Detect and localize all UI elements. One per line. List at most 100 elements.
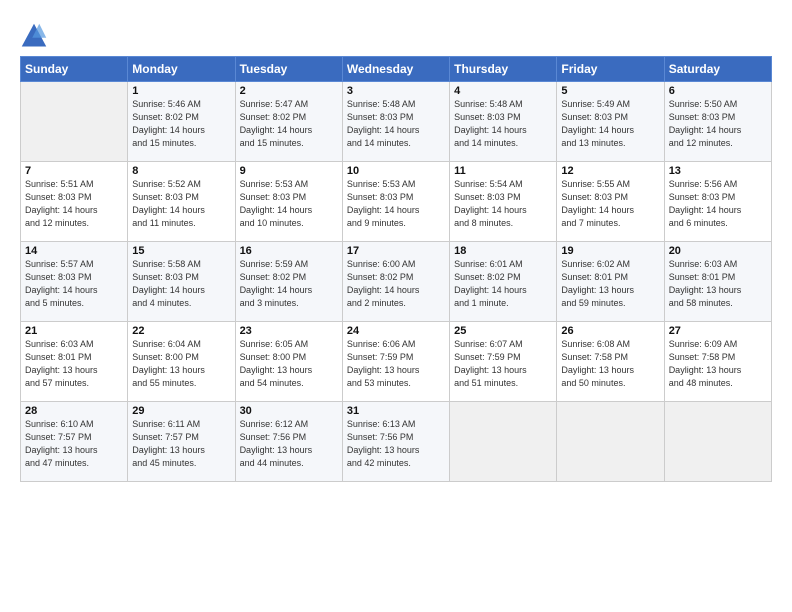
calendar-cell: 21Sunrise: 6:03 AMSunset: 8:01 PMDayligh… [21,322,128,402]
calendar-cell: 26Sunrise: 6:08 AMSunset: 7:58 PMDayligh… [557,322,664,402]
day-info: Sunrise: 5:51 AMSunset: 8:03 PMDaylight:… [25,178,123,230]
day-number: 27 [669,325,767,337]
calendar-cell [450,402,557,482]
day-number: 13 [669,165,767,177]
calendar-cell: 7Sunrise: 5:51 AMSunset: 8:03 PMDaylight… [21,162,128,242]
calendar-cell: 3Sunrise: 5:48 AMSunset: 8:03 PMDaylight… [342,82,449,162]
day-info: Sunrise: 6:08 AMSunset: 7:58 PMDaylight:… [561,338,659,390]
day-number: 17 [347,245,445,257]
day-number: 2 [240,85,338,97]
day-number: 10 [347,165,445,177]
day-info: Sunrise: 5:54 AMSunset: 8:03 PMDaylight:… [454,178,552,230]
calendar-cell: 31Sunrise: 6:13 AMSunset: 7:56 PMDayligh… [342,402,449,482]
day-info: Sunrise: 5:53 AMSunset: 8:03 PMDaylight:… [347,178,445,230]
day-info: Sunrise: 6:05 AMSunset: 8:00 PMDaylight:… [240,338,338,390]
day-header-wednesday: Wednesday [342,57,449,82]
calendar-cell: 16Sunrise: 5:59 AMSunset: 8:02 PMDayligh… [235,242,342,322]
calendar-cell: 11Sunrise: 5:54 AMSunset: 8:03 PMDayligh… [450,162,557,242]
calendar-cell: 25Sunrise: 6:07 AMSunset: 7:59 PMDayligh… [450,322,557,402]
header [20,18,772,50]
day-number: 29 [132,405,230,417]
day-header-saturday: Saturday [664,57,771,82]
day-number: 16 [240,245,338,257]
calendar-cell: 12Sunrise: 5:55 AMSunset: 8:03 PMDayligh… [557,162,664,242]
day-number: 28 [25,405,123,417]
day-info: Sunrise: 6:07 AMSunset: 7:59 PMDaylight:… [454,338,552,390]
day-number: 19 [561,245,659,257]
day-info: Sunrise: 5:47 AMSunset: 8:02 PMDaylight:… [240,98,338,150]
day-number: 18 [454,245,552,257]
day-info: Sunrise: 6:10 AMSunset: 7:57 PMDaylight:… [25,418,123,470]
day-number: 26 [561,325,659,337]
calendar-week-4: 21Sunrise: 6:03 AMSunset: 8:01 PMDayligh… [21,322,772,402]
calendar-week-2: 7Sunrise: 5:51 AMSunset: 8:03 PMDaylight… [21,162,772,242]
calendar-cell: 15Sunrise: 5:58 AMSunset: 8:03 PMDayligh… [128,242,235,322]
day-number: 9 [240,165,338,177]
day-info: Sunrise: 5:52 AMSunset: 8:03 PMDaylight:… [132,178,230,230]
calendar-week-1: 1Sunrise: 5:46 AMSunset: 8:02 PMDaylight… [21,82,772,162]
day-info: Sunrise: 5:55 AMSunset: 8:03 PMDaylight:… [561,178,659,230]
day-info: Sunrise: 6:09 AMSunset: 7:58 PMDaylight:… [669,338,767,390]
day-info: Sunrise: 6:12 AMSunset: 7:56 PMDaylight:… [240,418,338,470]
calendar-cell: 20Sunrise: 6:03 AMSunset: 8:01 PMDayligh… [664,242,771,322]
calendar-cell: 5Sunrise: 5:49 AMSunset: 8:03 PMDaylight… [557,82,664,162]
day-number: 4 [454,85,552,97]
calendar-cell [557,402,664,482]
day-header-sunday: Sunday [21,57,128,82]
calendar-cell: 18Sunrise: 6:01 AMSunset: 8:02 PMDayligh… [450,242,557,322]
day-info: Sunrise: 5:50 AMSunset: 8:03 PMDaylight:… [669,98,767,150]
calendar-cell [21,82,128,162]
calendar-cell [664,402,771,482]
day-number: 20 [669,245,767,257]
day-number: 21 [25,325,123,337]
day-number: 23 [240,325,338,337]
day-info: Sunrise: 5:46 AMSunset: 8:02 PMDaylight:… [132,98,230,150]
day-info: Sunrise: 6:03 AMSunset: 8:01 PMDaylight:… [25,338,123,390]
page-container: SundayMondayTuesdayWednesdayThursdayFrid… [0,0,792,492]
day-info: Sunrise: 6:03 AMSunset: 8:01 PMDaylight:… [669,258,767,310]
day-info: Sunrise: 5:56 AMSunset: 8:03 PMDaylight:… [669,178,767,230]
day-number: 3 [347,85,445,97]
day-info: Sunrise: 5:48 AMSunset: 8:03 PMDaylight:… [454,98,552,150]
day-number: 22 [132,325,230,337]
day-info: Sunrise: 6:13 AMSunset: 7:56 PMDaylight:… [347,418,445,470]
day-info: Sunrise: 5:49 AMSunset: 8:03 PMDaylight:… [561,98,659,150]
logo-icon [20,22,48,50]
calendar-cell: 19Sunrise: 6:02 AMSunset: 8:01 PMDayligh… [557,242,664,322]
calendar-cell: 14Sunrise: 5:57 AMSunset: 8:03 PMDayligh… [21,242,128,322]
calendar-cell: 24Sunrise: 6:06 AMSunset: 7:59 PMDayligh… [342,322,449,402]
day-info: Sunrise: 6:00 AMSunset: 8:02 PMDaylight:… [347,258,445,310]
day-info: Sunrise: 5:48 AMSunset: 8:03 PMDaylight:… [347,98,445,150]
day-info: Sunrise: 5:57 AMSunset: 8:03 PMDaylight:… [25,258,123,310]
day-info: Sunrise: 5:53 AMSunset: 8:03 PMDaylight:… [240,178,338,230]
day-number: 12 [561,165,659,177]
day-number: 7 [25,165,123,177]
day-info: Sunrise: 6:06 AMSunset: 7:59 PMDaylight:… [347,338,445,390]
day-number: 31 [347,405,445,417]
day-header-friday: Friday [557,57,664,82]
calendar-cell: 27Sunrise: 6:09 AMSunset: 7:58 PMDayligh… [664,322,771,402]
calendar-week-3: 14Sunrise: 5:57 AMSunset: 8:03 PMDayligh… [21,242,772,322]
day-number: 24 [347,325,445,337]
day-header-thursday: Thursday [450,57,557,82]
day-info: Sunrise: 6:11 AMSunset: 7:57 PMDaylight:… [132,418,230,470]
calendar-cell: 22Sunrise: 6:04 AMSunset: 8:00 PMDayligh… [128,322,235,402]
day-number: 11 [454,165,552,177]
day-number: 5 [561,85,659,97]
day-info: Sunrise: 6:02 AMSunset: 8:01 PMDaylight:… [561,258,659,310]
day-header-row: SundayMondayTuesdayWednesdayThursdayFrid… [21,57,772,82]
day-info: Sunrise: 5:59 AMSunset: 8:02 PMDaylight:… [240,258,338,310]
day-number: 1 [132,85,230,97]
day-info: Sunrise: 6:01 AMSunset: 8:02 PMDaylight:… [454,258,552,310]
calendar-cell: 29Sunrise: 6:11 AMSunset: 7:57 PMDayligh… [128,402,235,482]
day-info: Sunrise: 5:58 AMSunset: 8:03 PMDaylight:… [132,258,230,310]
day-number: 6 [669,85,767,97]
calendar-cell: 1Sunrise: 5:46 AMSunset: 8:02 PMDaylight… [128,82,235,162]
calendar-cell: 28Sunrise: 6:10 AMSunset: 7:57 PMDayligh… [21,402,128,482]
calendar-week-5: 28Sunrise: 6:10 AMSunset: 7:57 PMDayligh… [21,402,772,482]
day-number: 25 [454,325,552,337]
calendar-cell: 2Sunrise: 5:47 AMSunset: 8:02 PMDaylight… [235,82,342,162]
day-header-tuesday: Tuesday [235,57,342,82]
calendar-cell: 4Sunrise: 5:48 AMSunset: 8:03 PMDaylight… [450,82,557,162]
calendar-cell: 8Sunrise: 5:52 AMSunset: 8:03 PMDaylight… [128,162,235,242]
